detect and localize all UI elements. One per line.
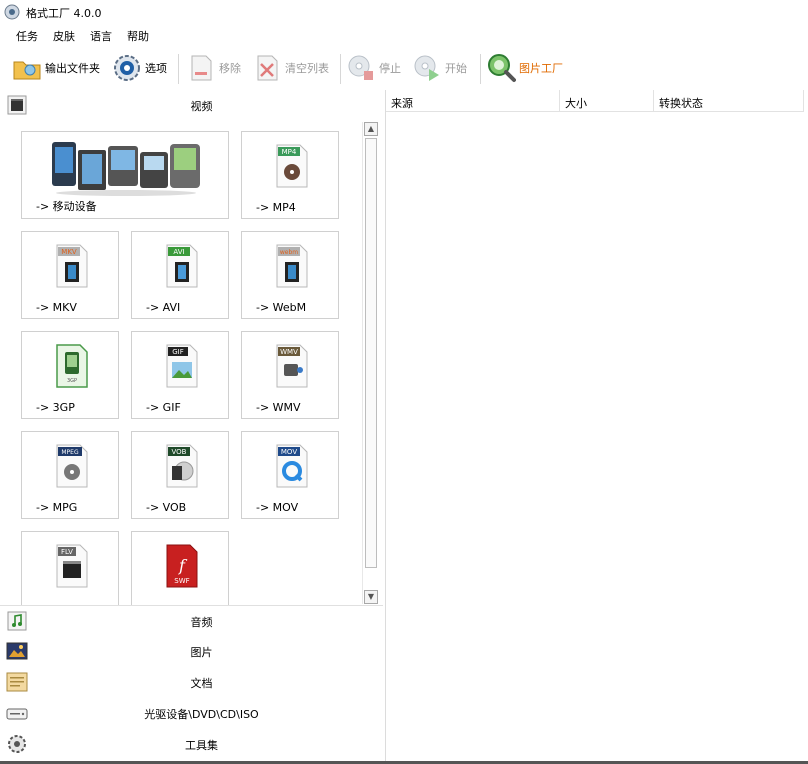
svg-text:webm: webm: [280, 249, 298, 256]
svg-text:MKV: MKV: [61, 248, 77, 256]
stop-icon: [348, 55, 373, 80]
picture-factory-button[interactable]: 图片工厂: [486, 52, 563, 84]
category-audio[interactable]: 音频: [0, 605, 383, 636]
category-picture[interactable]: 图片: [0, 636, 383, 666]
category-rom-device[interactable]: 光驱设备\DVD\CD\ISO: [0, 698, 383, 728]
format-tile-mp4[interactable]: MP4 -> MP4: [241, 131, 339, 219]
gif-file-icon: GIF: [166, 344, 198, 388]
format-tile-gif[interactable]: GIF -> GIF: [131, 331, 229, 419]
mp4-file-icon: MP4: [276, 144, 308, 188]
mov-file-icon: MOV: [276, 444, 308, 488]
format-tile-avi[interactable]: AVI -> AVI: [131, 231, 229, 319]
svg-text:MP4: MP4: [282, 148, 297, 156]
menu-help[interactable]: 帮助: [127, 28, 149, 44]
wmv-file-icon: WMV: [276, 344, 308, 388]
format-tile-wmv[interactable]: WMV -> WMV: [241, 331, 339, 419]
menu-task[interactable]: 任务: [16, 28, 38, 44]
svg-text:3GP: 3GP: [67, 378, 77, 384]
title-bar: 格式工厂 4.0.0: [0, 0, 808, 24]
video-format-grid: -> 移动设备 MP4 -> MP4 MKV -> MKV AVI -> AVI…: [0, 120, 383, 605]
toolbar-separator: [178, 54, 179, 84]
stop-button[interactable]: 停止: [346, 52, 401, 84]
flv-file-icon: FLV: [56, 544, 88, 588]
webm-file-icon: webm: [276, 244, 308, 288]
menu-bar: 任务 皮肤 语言 帮助: [0, 24, 808, 46]
format-tile-mpg[interactable]: MPEG -> MPG: [21, 431, 119, 519]
remove-button[interactable]: 移除: [186, 52, 241, 84]
folder-icon: [13, 61, 41, 80]
category-document[interactable]: 文档: [0, 667, 383, 697]
format-tile-3gp[interactable]: 3GP -> 3GP: [21, 331, 119, 419]
scroll-up-arrow-icon[interactable]: ▲: [364, 122, 378, 136]
format-tile-flv[interactable]: FLV: [21, 531, 119, 605]
svg-text:GIF: GIF: [172, 348, 184, 356]
format-tile-webm[interactable]: webm -> WebM: [241, 231, 339, 319]
svg-text:AVI: AVI: [173, 248, 184, 256]
format-tile-swf[interactable]: f SWF: [131, 531, 229, 605]
toolbar: 输出文件夹 选项 移除 清空列表 停止 开始 图片工厂: [0, 46, 808, 90]
menu-language[interactable]: 语言: [90, 28, 112, 44]
scroll-down-arrow-icon[interactable]: ▼: [364, 590, 378, 604]
toolbar-separator: [480, 54, 481, 84]
clear-list-button[interactable]: 清空列表: [252, 52, 329, 84]
scrollbar-thumb[interactable]: [365, 138, 377, 568]
mpg-file-icon: MPEG: [56, 444, 88, 488]
svg-text:FLV: FLV: [61, 548, 73, 556]
window-title: 格式工厂 4.0.0: [26, 7, 102, 20]
start-button[interactable]: 开始: [412, 52, 467, 84]
category-tools[interactable]: 工具集: [0, 729, 383, 759]
column-source[interactable]: 来源: [386, 90, 560, 112]
svg-text:MPEG: MPEG: [61, 449, 79, 456]
format-grid-scrollbar[interactable]: ▲ ▼: [362, 122, 379, 604]
app-icon: [4, 4, 20, 20]
format-tile-mobile[interactable]: -> 移动设备: [21, 131, 229, 219]
start-icon: [414, 55, 439, 81]
column-status[interactable]: 转换状态: [654, 90, 804, 112]
toolbar-separator: [340, 54, 341, 84]
format-tile-mkv[interactable]: MKV -> MKV: [21, 231, 119, 319]
avi-file-icon: AVI: [166, 244, 198, 288]
category-video[interactable]: 视频: [0, 90, 383, 120]
svg-text:WMV: WMV: [280, 348, 298, 356]
options-button[interactable]: 选项: [112, 52, 167, 84]
mobile-devices-icon: [52, 142, 200, 196]
svg-text:MOV: MOV: [281, 448, 297, 456]
output-folder-button[interactable]: 输出文件夹: [12, 52, 100, 84]
column-size[interactable]: 大小: [560, 90, 654, 112]
svg-text:SWF: SWF: [174, 577, 189, 585]
menu-skin[interactable]: 皮肤: [53, 28, 75, 44]
mkv-file-icon: MKV: [56, 244, 88, 288]
category-panel: 视频 -> 移动设备 MP4 -> MP4 MKV -> MKV AVI -> …: [0, 90, 383, 764]
swf-file-icon: f SWF: [166, 544, 198, 588]
clear-list-icon: [257, 55, 278, 81]
remove-icon: [191, 55, 212, 81]
svg-text:VOB: VOB: [172, 448, 187, 456]
format-tile-vob[interactable]: VOB -> VOB: [131, 431, 229, 519]
vob-file-icon: VOB: [166, 444, 198, 488]
gear-icon: [114, 55, 140, 81]
3gp-file-icon: 3GP: [56, 344, 88, 388]
format-tile-mov[interactable]: MOV -> MOV: [241, 431, 339, 519]
magnifier-icon: [488, 54, 516, 82]
task-list[interactable]: 来源 大小 转换状态: [385, 90, 808, 764]
